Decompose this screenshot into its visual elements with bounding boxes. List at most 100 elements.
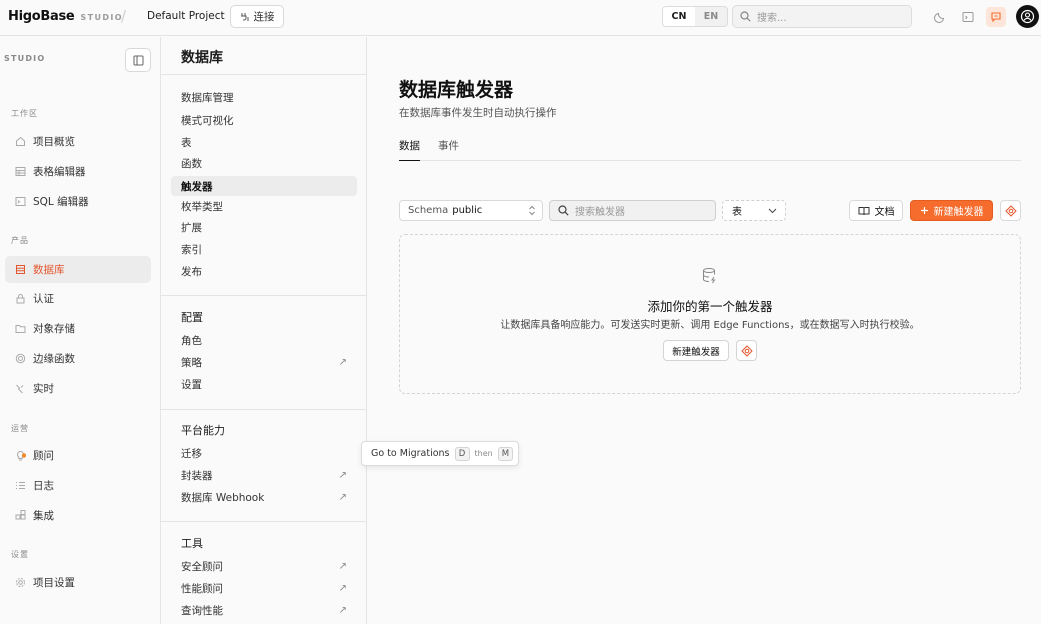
- moon-icon: [934, 11, 946, 23]
- connect-button[interactable]: 连接: [230, 5, 284, 28]
- subnav-item-settings[interactable]: 设置: [171, 374, 357, 394]
- list-icon: [14, 479, 27, 492]
- empty-description: 让数据库具备响应能力。可发送实时更新、调用 Edge Functions，或在数…: [500, 320, 920, 331]
- lock-icon: [14, 292, 27, 305]
- table-filter-select[interactable]: 表: [722, 200, 786, 221]
- docs-label: 文档: [874, 207, 895, 218]
- section-workspace: 工作区: [11, 109, 38, 118]
- theme-toggle-button[interactable]: [930, 7, 950, 27]
- subnav-item-performance-advisor[interactable]: 性能顾问 ↗: [171, 578, 357, 598]
- subnav-item-extensions[interactable]: 扩展: [171, 217, 357, 237]
- home-icon: [14, 135, 27, 148]
- trigger-search-placeholder: 搜索触发器: [575, 207, 625, 218]
- subnav-item-triggers[interactable]: 触发器: [171, 176, 357, 196]
- subnav-item-enum-types[interactable]: 枚举类型: [171, 196, 357, 216]
- subnav-item-indexes[interactable]: 索引: [171, 239, 357, 259]
- sidebar-item-project-settings[interactable]: 项目设置: [5, 569, 151, 596]
- subnav-item-db-management[interactable]: 数据库管理: [171, 87, 357, 107]
- empty-title: 添加你的第一个触发器: [647, 299, 773, 314]
- empty-new-trigger-button[interactable]: 新建触发器: [663, 340, 729, 361]
- subnav-item-webhooks[interactable]: 数据库 Webhook ↗: [171, 487, 357, 507]
- tab-events[interactable]: 事件: [438, 138, 459, 161]
- sidebar-item-label: 对象存储: [33, 323, 75, 335]
- sidebar-item-integrations[interactable]: 集成: [5, 502, 151, 529]
- subnav-item-schema-visualizer[interactable]: 模式可视化: [171, 110, 357, 130]
- sidebar-item-label: 日志: [33, 480, 54, 492]
- lang-cn[interactable]: CN: [663, 7, 695, 26]
- project-selector[interactable]: Default Project: [147, 10, 225, 22]
- sidebar-item-database[interactable]: 数据库: [5, 256, 151, 283]
- sidebar-header: STUDIO: [4, 54, 46, 63]
- shortcut-key-d: D: [454, 446, 470, 461]
- chevron-updown-icon: [528, 205, 536, 216]
- docs-button[interactable]: 文档: [849, 200, 903, 221]
- page-title: 数据库触发器: [399, 79, 514, 101]
- logo[interactable]: HigoBase STUDIO: [8, 9, 123, 24]
- subnav-item-label: 数据库 Webhook: [181, 491, 265, 504]
- shortcut-then: then: [474, 449, 493, 458]
- subnav-item-label: 模式可视化: [181, 114, 234, 127]
- language-toggle[interactable]: CN EN: [662, 6, 728, 27]
- sidebar-item-label: 认证: [33, 293, 54, 305]
- schema-select[interactable]: Schema public: [399, 200, 543, 221]
- sidebar-item-edge-functions[interactable]: 边缘函数: [5, 345, 151, 372]
- sidebar-item-sql-editor[interactable]: SQL 编辑器: [5, 188, 151, 215]
- subnav-item-functions[interactable]: 函数: [171, 153, 357, 173]
- subnav-item-label: 封装器: [181, 469, 213, 482]
- sidebar-item-label: SQL 编辑器: [33, 196, 89, 208]
- subnav-item-label: 数据库管理: [181, 91, 234, 104]
- section-settings: 设置: [11, 550, 29, 559]
- sidebar-item-table-editor[interactable]: 表格编辑器: [5, 158, 151, 185]
- sidebar-item-label: 集成: [33, 510, 54, 522]
- subnav-item-label: 表: [181, 136, 192, 149]
- sidebar-item-advisor[interactable]: 顾问: [5, 442, 151, 469]
- subnav-item-policies[interactable]: 策略 ↗: [171, 352, 357, 372]
- sidebar-collapse-button[interactable]: [125, 48, 151, 72]
- avatar[interactable]: [1016, 5, 1039, 28]
- feedback-button[interactable]: [986, 7, 1006, 27]
- sidebar-item-overview[interactable]: 项目概览: [5, 128, 151, 155]
- logo-text: HigoBase: [8, 9, 75, 24]
- sidebar-item-label: 顾问: [33, 450, 54, 462]
- subnav-item-label: 扩展: [181, 221, 202, 234]
- subnav-item-wrappers[interactable]: 封装器 ↗: [171, 465, 357, 485]
- ai-diamond-icon: [1004, 204, 1017, 217]
- external-link-icon: ↗: [338, 356, 347, 368]
- ai-assistant-button[interactable]: [1000, 200, 1021, 221]
- subnav-item-query-performance[interactable]: 查询性能 ↗: [171, 600, 357, 620]
- external-link-icon: ↗: [338, 491, 347, 503]
- empty-ai-button[interactable]: [736, 340, 757, 361]
- divider: [161, 295, 366, 296]
- global-search-placeholder: 搜索...: [757, 13, 787, 24]
- subnav-item-roles[interactable]: 角色: [171, 330, 357, 350]
- subnav-item-label: 设置: [181, 378, 202, 391]
- sidebar-item-auth[interactable]: 认证: [5, 285, 151, 312]
- trigger-search-input[interactable]: 搜索触发器: [549, 200, 716, 221]
- sidebar-item-storage[interactable]: 对象存储: [5, 315, 151, 342]
- terminal-icon: [962, 11, 974, 23]
- ai-diamond-icon: [740, 344, 753, 357]
- subnav-item-security-advisor[interactable]: 安全顾问 ↗: [171, 556, 357, 576]
- sidebar-item-realtime[interactable]: 实时: [5, 375, 151, 402]
- database-subnav: 数据库 数据库管理 模式可视化 表 函数 触发器 枚举类型 扩展 索引 发布 配…: [161, 37, 367, 624]
- global-search[interactable]: 搜索...: [732, 5, 912, 28]
- database-icon: [14, 263, 27, 276]
- table-filter-label: 表: [732, 207, 742, 218]
- sidebar-item-label: 表格编辑器: [33, 166, 86, 178]
- plus-icon: [920, 206, 929, 215]
- connect-label: 连接: [253, 11, 275, 23]
- divider: [161, 74, 366, 75]
- sidebar-item-logs[interactable]: 日志: [5, 472, 151, 499]
- new-trigger-button[interactable]: 新建触发器: [910, 200, 993, 221]
- lang-en[interactable]: EN: [695, 7, 727, 26]
- section-ops: 运营: [11, 424, 29, 433]
- terminal-button[interactable]: [958, 7, 978, 27]
- subnav-item-publications[interactable]: 发布: [171, 261, 357, 281]
- sidebar-item-label: 数据库: [33, 264, 65, 276]
- schema-label: Schema: [408, 205, 449, 216]
- terminal-icon: [14, 195, 27, 208]
- tab-data[interactable]: 数据: [399, 138, 420, 161]
- subnav-item-tables[interactable]: 表: [171, 132, 357, 152]
- subnav-item-migrations[interactable]: 迁移: [171, 443, 357, 463]
- blocks-icon: [14, 509, 27, 522]
